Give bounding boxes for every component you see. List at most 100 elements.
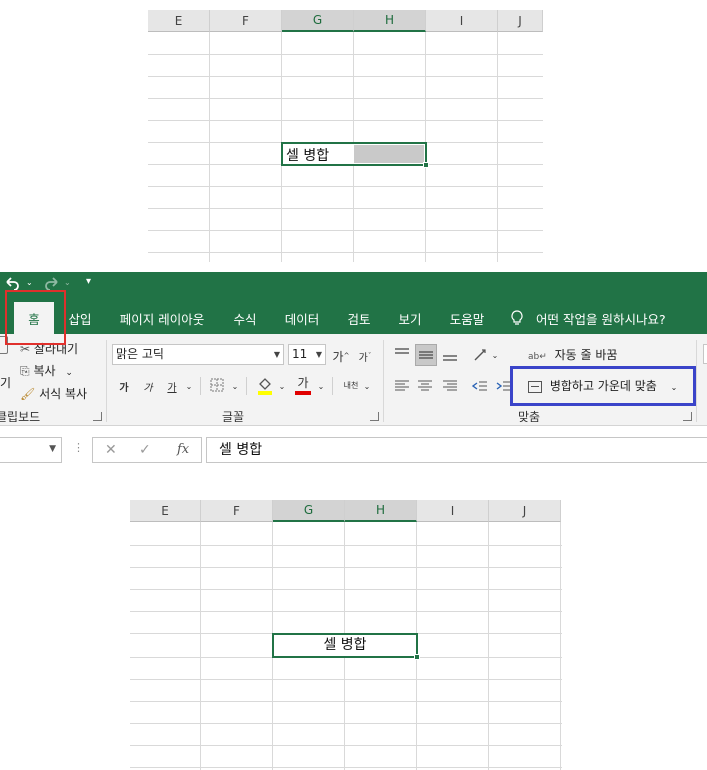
name-box[interactable]: ▼ [0, 437, 62, 463]
merged-cell[interactable]: 셀 병합 [272, 633, 420, 660]
column-header-h[interactable]: H [354, 10, 426, 32]
tab-help[interactable]: 도움말 [440, 302, 494, 334]
format-painter-label: 서식 복사 [39, 387, 88, 401]
copy-button[interactable]: ⎘ 복사 ⌄ [20, 362, 73, 379]
decrease-font-size-button[interactable]: 가ˇ [356, 346, 374, 366]
cancel-icon[interactable]: ✕ [105, 442, 117, 458]
copy-label: 복사 [33, 364, 56, 378]
gridline [130, 679, 562, 680]
font-color-glyph: 가 [297, 375, 309, 390]
gridline [130, 545, 562, 546]
gridline [148, 208, 543, 209]
column-header-row: E F G H I J [148, 10, 543, 32]
tell-me-search[interactable]: 어떤 작업을 원하시나요? [510, 302, 666, 334]
tab-formulas[interactable]: 수식 [224, 302, 266, 334]
align-middle-button[interactable] [415, 344, 437, 366]
font-size-select[interactable]: 11 ▼ [288, 344, 326, 365]
gridline [130, 745, 562, 746]
paste-button-label[interactable]: 기 [0, 374, 11, 391]
font-name-select[interactable]: 맑은 고딕 ▼ [112, 344, 284, 365]
decrease-indent-button[interactable] [470, 376, 490, 396]
undo-dropdown-icon[interactable]: ⌄ [26, 278, 33, 287]
ribbon-title-area: ⌄ ⌄ ▾ 홈 삽입 페이지 레이아웃 수식 데이터 검토 보기 도움말 어떤 … [0, 272, 707, 334]
underline-button[interactable]: 가 [164, 376, 180, 396]
number-format-select[interactable] [703, 344, 707, 364]
italic-button[interactable]: 가 [140, 376, 156, 396]
align-top-button[interactable] [392, 344, 412, 364]
align-center-button[interactable] [415, 376, 435, 396]
font-name-value: 맑은 고딕 [116, 347, 164, 361]
fill-color-button[interactable] [254, 374, 276, 396]
gridline [130, 567, 562, 568]
divider [332, 377, 333, 395]
chevron-down-icon: ▼ [273, 350, 280, 359]
insert-function-icon[interactable]: fx [177, 442, 189, 457]
align-bottom-button[interactable] [440, 344, 460, 366]
column-header-e[interactable]: E [148, 10, 210, 32]
selected-range[interactable]: 셀 병합 [281, 142, 429, 168]
chevron-down-icon[interactable]: ⌄ [277, 376, 287, 396]
format-painter-button[interactable]: 🖌 서식 복사 [20, 385, 87, 402]
align-left-button[interactable] [392, 376, 412, 396]
column-header-h[interactable]: H [345, 500, 417, 522]
borders-icon [210, 378, 224, 392]
gridline [560, 522, 561, 770]
orientation-button[interactable]: ⌄ [470, 344, 500, 366]
column-header-f[interactable]: F [201, 500, 273, 522]
column-header-g[interactable]: G [282, 10, 354, 32]
lightbulb-icon [511, 310, 523, 325]
font-size-value: 11 [292, 347, 308, 361]
align-top-icon [395, 348, 409, 354]
font-color-button[interactable]: 가 [292, 372, 314, 396]
bold-button[interactable]: 가 [116, 376, 132, 396]
clipboard-group-label: 클립보드 [0, 410, 41, 424]
align-right-icon [443, 380, 457, 391]
increase-font-size-button[interactable]: 가 ^ [332, 346, 350, 366]
font-launcher-icon[interactable] [370, 412, 379, 421]
tab-review[interactable]: 검토 [338, 302, 380, 334]
decrease-indent-icon [472, 381, 487, 391]
chevron-down-icon: ▼ [315, 350, 322, 359]
gridline [148, 230, 543, 231]
wrap-text-button[interactable]: ab↵ 자동 줄 바꿈 [528, 346, 617, 363]
cell-h-selected-fill [354, 145, 424, 163]
group-divider [106, 340, 107, 422]
clipboard-launcher-icon[interactable] [93, 412, 102, 421]
tab-data[interactable]: 데이터 [276, 302, 328, 334]
column-header-i[interactable]: I [417, 500, 489, 522]
merged-cell-text: 셀 병합 [323, 637, 367, 653]
tab-view[interactable]: 보기 [390, 302, 430, 334]
wrap-text-icon: ab↵ [528, 352, 547, 362]
borders-button[interactable] [208, 376, 226, 394]
gridline [130, 611, 562, 612]
phonetic-guide-button[interactable]: 내천 [340, 374, 362, 396]
column-header-j[interactable]: J [489, 500, 561, 522]
tab-insert[interactable]: 삽입 [60, 302, 100, 334]
redo-dropdown-icon[interactable]: ⌄ [64, 278, 71, 287]
formula-bar: ▼ ⋮ ✕ ✓ fx 셀 병합 [0, 431, 707, 467]
column-header-f[interactable]: F [210, 10, 282, 32]
fill-handle[interactable] [423, 162, 429, 168]
align-middle-icon [419, 351, 433, 359]
column-header-e[interactable]: E [130, 500, 201, 522]
enter-icon[interactable]: ✓ [139, 442, 151, 458]
customize-qat-icon[interactable]: ▾ [86, 276, 91, 287]
column-header-j[interactable]: J [498, 10, 543, 32]
resize-handle[interactable]: ⋮ [73, 441, 84, 454]
column-header-g[interactable]: G [273, 500, 345, 522]
chevron-down-icon[interactable]: ⌄ [184, 376, 194, 396]
alignment-launcher-icon[interactable] [683, 412, 692, 421]
group-divider [383, 340, 384, 422]
formula-input[interactable]: 셀 병합 [206, 437, 707, 463]
chevron-down-icon[interactable]: ⌄ [362, 376, 372, 396]
paint-bucket-icon [258, 378, 272, 395]
align-right-button[interactable] [440, 376, 460, 396]
chevron-down-icon[interactable]: ⌄ [316, 376, 326, 396]
fill-handle[interactable] [414, 654, 420, 660]
gridline [488, 522, 489, 770]
chevron-down-icon[interactable]: ⌄ [230, 376, 240, 396]
column-header-i[interactable]: I [426, 10, 498, 32]
text-orientation-icon [474, 349, 486, 361]
tab-page-layout[interactable]: 페이지 레이아웃 [110, 302, 214, 334]
divider [246, 377, 247, 395]
